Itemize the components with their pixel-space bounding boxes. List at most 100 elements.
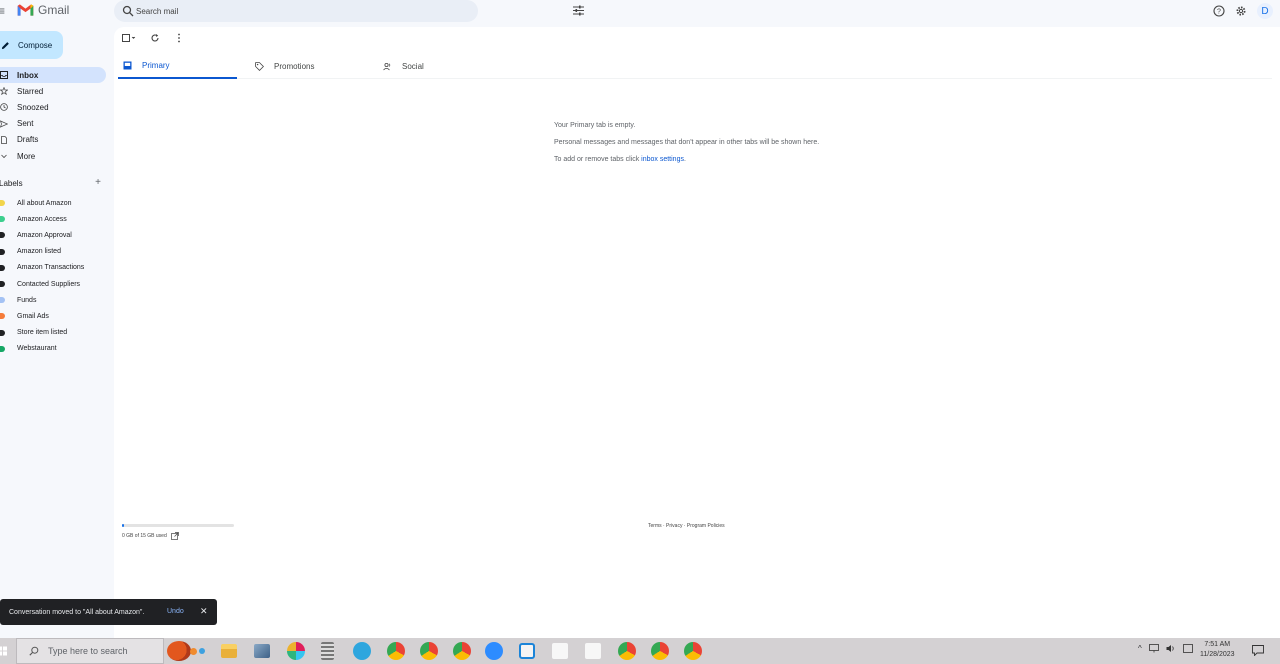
chrome-icon[interactable] (387, 642, 405, 660)
label-color-icon (0, 216, 5, 223)
taskbar-search-placeholder: Type here to search (48, 646, 128, 656)
chevron-up-icon[interactable]: ^ (1138, 644, 1142, 653)
select-checkbox-icon[interactable] (122, 33, 136, 43)
chrome-icon[interactable] (684, 642, 702, 660)
notifications-icon[interactable] (1252, 645, 1264, 656)
empty-description: Personal messages and messages that don'… (554, 139, 820, 146)
undo-button[interactable]: Undo (167, 608, 184, 615)
refresh-icon[interactable] (150, 33, 160, 43)
category-tabs: Primary Promotions Social (118, 54, 1272, 79)
compose-button[interactable]: Compose (0, 31, 63, 59)
label-text: All about Amazon (17, 199, 72, 207)
chrome-icon[interactable] (651, 642, 669, 660)
blue-dot-icon (199, 648, 205, 654)
close-icon[interactable]: ✕ (200, 606, 208, 617)
label-item[interactable]: Store item listed (0, 325, 106, 341)
label-item[interactable]: Amazon listed (0, 244, 106, 260)
taskbar-search-box[interactable]: Type here to search (16, 638, 164, 664)
search-options-icon[interactable] (573, 5, 584, 16)
label-item[interactable]: All about Amazon (0, 195, 106, 211)
mail-panel: Primary Promotions Social Your Primary t… (114, 27, 1280, 638)
label-color-icon (0, 345, 5, 352)
file-explorer-icon[interactable] (221, 644, 237, 658)
labels-list: All about Amazon Amazon Access Amazon Ap… (0, 195, 106, 357)
search-input[interactable] (136, 3, 456, 19)
app-icon[interactable] (254, 644, 270, 658)
storage-info: 0 GB of 15 GB used (122, 532, 179, 540)
nav-item-drafts[interactable]: Drafts (0, 132, 106, 148)
label-item[interactable]: Funds (0, 292, 106, 308)
label-item[interactable]: Contacted Suppliers (0, 276, 106, 292)
search-bar[interactable] (114, 0, 584, 22)
settings-gear-icon[interactable] (1235, 5, 1247, 17)
tab-promotions[interactable]: Promotions (250, 54, 370, 79)
label-item[interactable]: Amazon Access (0, 211, 106, 227)
weather-app-icon[interactable] (167, 641, 191, 661)
chrome-icon[interactable] (420, 642, 438, 660)
slack-icon[interactable] (287, 642, 305, 660)
hint-period: . (683, 156, 686, 163)
telegram-icon[interactable] (353, 642, 371, 660)
app-icon[interactable] (552, 643, 568, 659)
network-icon[interactable] (1148, 644, 1159, 653)
label-item[interactable]: Gmail Ads (0, 308, 106, 324)
inbox-settings-link[interactable]: inbox settings (641, 156, 684, 163)
tab-label: Promotions (274, 62, 315, 71)
add-label-icon[interactable]: + (95, 178, 101, 188)
nav-item-starred[interactable]: Starred (0, 83, 106, 99)
label-text: Contacted Suppliers (17, 280, 81, 288)
storage-meter (122, 524, 234, 527)
taskbar-clock[interactable]: 7:51 AM 11/28/2023 (1200, 640, 1235, 660)
account-avatar[interactable]: D (1257, 3, 1273, 19)
volume-icon[interactable] (1166, 644, 1176, 653)
tab-social[interactable]: Social (378, 54, 498, 79)
nav-item-more[interactable]: More (0, 148, 106, 164)
footer-links[interactable]: Terms · Privacy · Program Policies (648, 523, 725, 529)
nav-item-inbox[interactable]: Inbox (0, 67, 106, 84)
nav-item-sent[interactable]: Sent (0, 116, 106, 132)
zoom-icon[interactable] (485, 642, 503, 660)
label-item[interactable]: Amazon Transactions (0, 260, 106, 276)
app-icon[interactable] (585, 643, 601, 659)
app-r-icon[interactable] (519, 643, 535, 659)
top-bar: ≡ Gmail ? D (0, 0, 1280, 22)
chrome-icon[interactable] (453, 642, 471, 660)
snackbar-toast: Conversation moved to "All about Amazon"… (0, 599, 217, 625)
clock-icon (0, 103, 8, 112)
clock-date: 11/28/2023 (1200, 651, 1235, 658)
system-tray: ^ (1138, 644, 1193, 653)
send-icon (0, 119, 8, 128)
gmail-logo[interactable]: Gmail (17, 3, 69, 17)
search-icon (29, 646, 39, 656)
label-color-icon (0, 248, 5, 255)
empty-title: Your Primary tab is empty. (554, 122, 636, 129)
more-options-icon[interactable] (174, 33, 184, 43)
open-external-icon[interactable] (170, 532, 179, 540)
label-text: Gmail Ads (17, 312, 49, 320)
nav-label: Drafts (17, 135, 39, 145)
nav-item-snoozed[interactable]: Snoozed (0, 99, 106, 115)
search-icon[interactable] (122, 5, 134, 17)
label-color-icon (0, 264, 5, 271)
people-icon (383, 62, 391, 71)
nav-label: Starred (17, 86, 44, 96)
label-item[interactable]: Amazon Approval (0, 227, 106, 243)
display-icon[interactable] (1182, 644, 1193, 653)
compose-label: Compose (18, 40, 53, 50)
draft-icon (1, 135, 7, 144)
calculator-icon[interactable] (321, 642, 334, 660)
chrome-icon[interactable] (618, 642, 636, 660)
label-color-icon (0, 280, 5, 287)
gmail-m-icon (17, 4, 34, 16)
storage-fill (122, 524, 125, 527)
windows-start-icon[interactable] (0, 646, 7, 656)
clock-time: 7:51 AM (1204, 641, 1231, 648)
label-item[interactable]: Webstaurant (0, 341, 106, 357)
tab-primary[interactable]: Primary (118, 54, 237, 79)
tab-label: Primary (142, 61, 170, 70)
help-icon[interactable]: ? (1213, 5, 1225, 17)
main-menu-icon[interactable]: ≡ (0, 4, 8, 18)
star-icon (0, 87, 8, 96)
pencil-icon (1, 41, 9, 49)
mail-navigation: Inbox Starred Snoozed Sent Drafts More (0, 67, 106, 164)
